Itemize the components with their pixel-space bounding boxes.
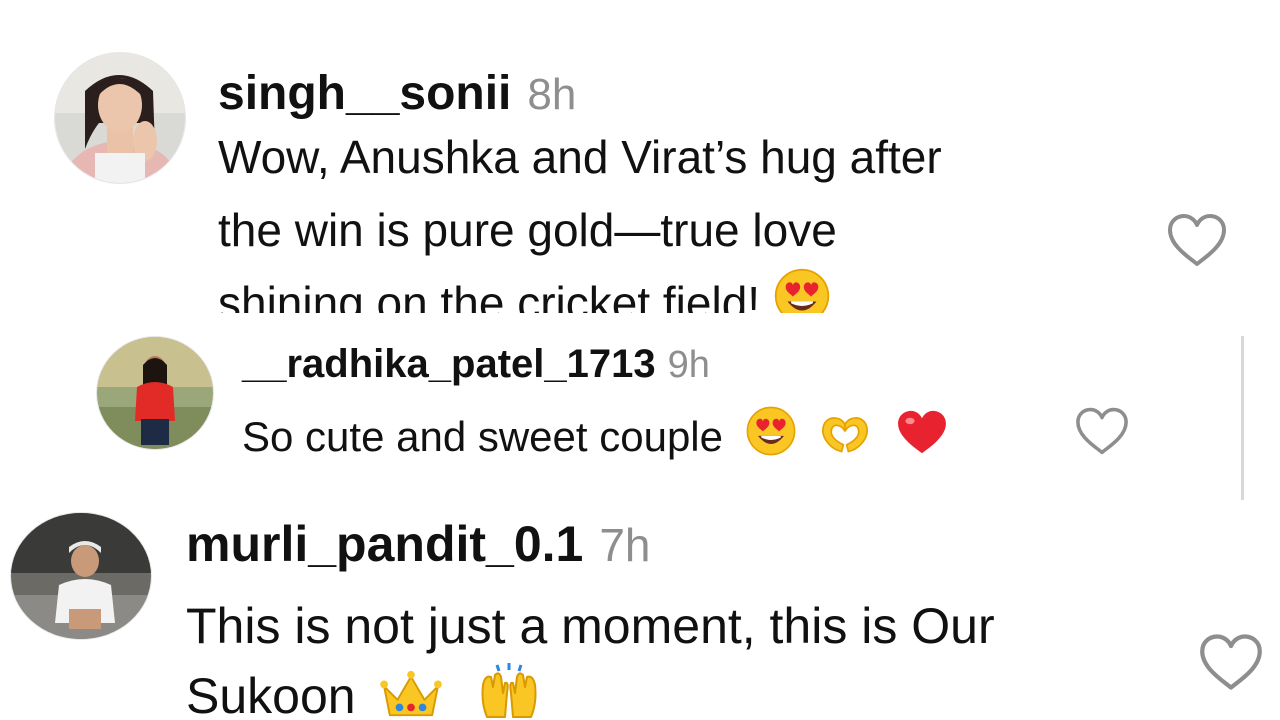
heart-outline-icon: [1168, 214, 1226, 266]
comment-text: So cute and sweet couple: [242, 405, 948, 462]
avatar[interactable]: [10, 512, 152, 640]
comment-text: Wow, Anushka and Virat’s hug after the w…: [218, 121, 942, 313]
avatar[interactable]: [54, 52, 186, 184]
avatar-photo: [97, 337, 213, 449]
crown-icon: [379, 669, 442, 719]
like-button[interactable]: [1166, 212, 1228, 268]
avatar-photo: [55, 53, 185, 183]
comment-header: singh__sonii 8h: [218, 68, 942, 121]
scrollbar[interactable]: [1241, 336, 1244, 500]
timestamp[interactable]: 8h: [527, 70, 576, 119]
comment-line-text: shining on the cricket field!: [218, 277, 761, 313]
comment: __radhika_patel_1713 9h So cute and sweet…: [242, 342, 948, 462]
avatar-photo: [11, 513, 151, 639]
comment-line: So cute and sweet couple: [242, 405, 948, 462]
timestamp[interactable]: 9h: [668, 344, 710, 386]
avatar[interactable]: [96, 336, 214, 450]
comment-line: This is not just a moment, this is Our: [186, 598, 995, 654]
heart-outline-icon: [1200, 634, 1262, 690]
comment-line: the win is pure gold—true love: [218, 204, 837, 256]
like-button[interactable]: [1198, 632, 1264, 692]
comment-line: Sukoon: [186, 661, 995, 720]
heart-hands-icon: [818, 411, 872, 455]
red-heart-icon: [896, 409, 948, 455]
username[interactable]: murli_pandit_0.1: [186, 516, 583, 572]
comment-line-text: Sukoon: [186, 668, 356, 720]
comment-header: __radhika_patel_1713 9h: [242, 342, 948, 387]
comments-panel: singh__sonii 8h Wow, Anushka and Virat’s …: [0, 0, 1280, 720]
comment: murli_pandit_0.1 7h This is not just a mo…: [186, 516, 995, 720]
smiling-face-with-heart-eyes-icon: [745, 405, 797, 457]
smiling-face-with-heart-eyes-icon: [773, 267, 831, 313]
raising-hands-icon: [477, 663, 541, 719]
comment: singh__sonii 8h Wow, Anushka and Virat’s …: [218, 68, 942, 313]
comment-line: Wow, Anushka and Virat’s hug after: [218, 131, 942, 183]
comment-line-text: So cute and sweet couple: [242, 413, 723, 460]
like-button[interactable]: [1074, 406, 1130, 456]
heart-outline-icon: [1076, 407, 1128, 455]
username[interactable]: singh__sonii: [218, 67, 511, 120]
comment-line: shining on the cricket field!: [218, 267, 942, 313]
timestamp[interactable]: 7h: [599, 519, 650, 571]
comment-text: This is not just a moment, this is Our S…: [186, 591, 995, 720]
comment-header: murli_pandit_0.1 7h: [186, 516, 995, 573]
username[interactable]: __radhika_patel_1713: [242, 342, 656, 386]
